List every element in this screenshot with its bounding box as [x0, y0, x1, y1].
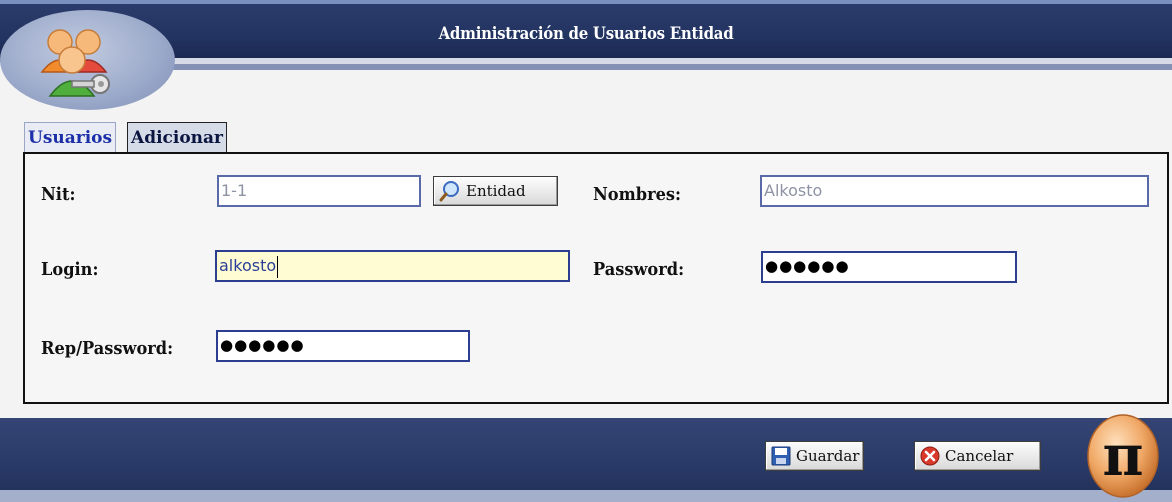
nit-label: Nit: — [41, 184, 76, 205]
password-field[interactable]: ●●●●●● — [761, 251, 1017, 283]
rep-password-label: Rep/Password: — [41, 338, 174, 359]
nombres-field[interactable]: Alkosto — [760, 175, 1149, 207]
entidad-button[interactable]: Entidad — [433, 176, 558, 206]
rep-password-field[interactable]: ●●●●●● — [216, 330, 470, 362]
users-key-icon — [40, 29, 110, 97]
red-x-circle-icon — [920, 446, 940, 466]
cancelar-button-label: Cancelar — [945, 447, 1014, 465]
login-label: Login: — [41, 259, 99, 280]
password-label: Password: — [593, 259, 685, 280]
nit-field[interactable]: 1-1 — [217, 175, 421, 207]
entidad-button-label: Entidad — [466, 182, 526, 200]
floppy-disk-icon — [771, 446, 791, 466]
nombres-label: Nombres: — [593, 184, 682, 205]
tab-usuarios[interactable]: Usuarios — [24, 122, 117, 154]
header-divider-lower — [150, 64, 1172, 70]
admin-window: Administración de Usuarios Entidad Usuar… — [0, 0, 1172, 502]
login-field-value: alkosto — [219, 256, 277, 275]
footer-divider — [0, 490, 1172, 502]
text-cursor — [277, 255, 279, 278]
guardar-button-label: Guardar — [796, 447, 860, 465]
magnifier-icon — [439, 181, 459, 202]
cancelar-button[interactable]: Cancelar — [914, 441, 1041, 471]
tab-adicionar[interactable]: Adicionar — [127, 122, 228, 154]
page-title: Administración de Usuarios Entidad — [438, 24, 734, 44]
pi-icon: π — [1087, 414, 1159, 498]
guardar-button[interactable]: Guardar — [765, 441, 864, 471]
login-field[interactable]: alkosto — [215, 250, 570, 282]
svg-text:π: π — [1103, 423, 1144, 489]
